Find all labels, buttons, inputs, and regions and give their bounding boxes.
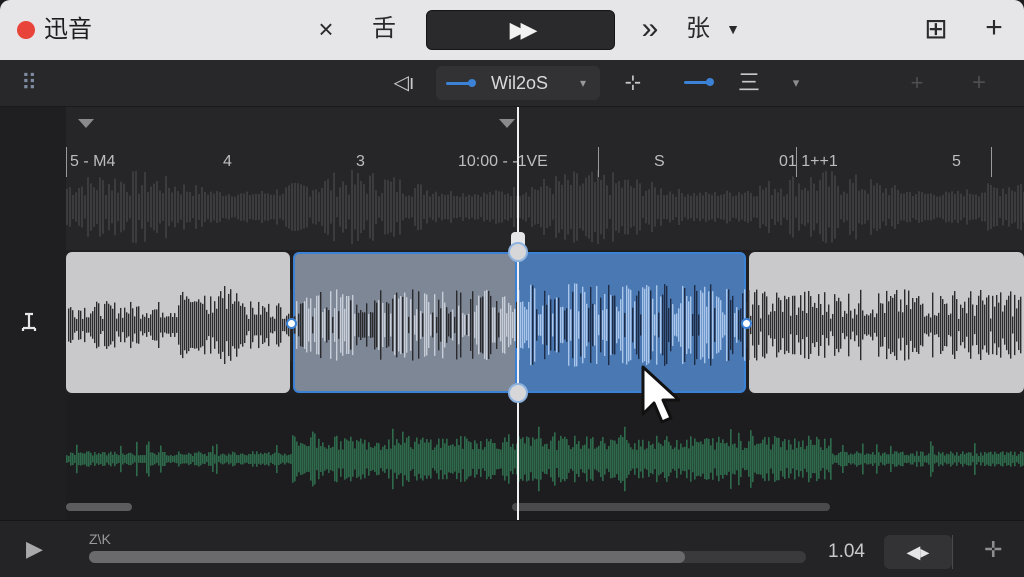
volume-control[interactable]: ◀▸: [884, 535, 952, 569]
text-cursor-icon[interactable]: [18, 311, 40, 333]
app-title: 迅音: [44, 16, 92, 43]
ruler-tick: [598, 147, 599, 177]
playhead-top-knob[interactable]: [508, 242, 528, 262]
tool-label: Wil2oS: [491, 73, 549, 93]
zoom-label: Z\K: [89, 531, 111, 547]
selection-end-handle[interactable]: [741, 318, 752, 329]
ruler-tick: [796, 147, 797, 177]
fast-forward-button[interactable]: ▶▶: [426, 10, 615, 50]
cut-icon[interactable]: ×: [310, 14, 342, 44]
divider: [952, 535, 953, 569]
toolbar: ⠿ ◁ı Wil2oS ▾ ⊹ 三 ▾ + +: [0, 60, 1024, 107]
timeline-ruler[interactable]: 5 - M4 4 3 10:00 - -1VE S 01 1++1 5: [66, 107, 1024, 250]
plus-icon[interactable]: +: [978, 13, 1010, 43]
track-header-column: [0, 107, 67, 520]
ruler-label: 4: [223, 153, 232, 170]
chevron-down-icon: ▾: [579, 76, 587, 90]
play-icon[interactable]: ▶: [26, 535, 50, 563]
volume-icon: ◀▸: [906, 542, 930, 562]
tool-selector[interactable]: Wil2oS ▾: [436, 66, 600, 100]
add-icon-disabled[interactable]: +: [902, 60, 932, 106]
value-readout: 1.04: [828, 541, 865, 562]
speaker-icon[interactable]: ◁ı: [386, 60, 422, 106]
split-icon[interactable]: ⊹: [618, 60, 648, 106]
chevron-down-icon[interactable]: ▼: [722, 14, 744, 44]
horizontal-scrollbar-thumb[interactable]: [66, 503, 132, 511]
audio-track-lane[interactable]: [66, 250, 1024, 395]
playhead-line[interactable]: [517, 107, 519, 520]
playhead-bottom-knob[interactable]: [508, 383, 528, 403]
chevron-down-icon[interactable]: ▾: [786, 60, 806, 106]
close-window-button[interactable]: [17, 21, 35, 39]
align-dot: [706, 78, 714, 86]
grid-icon[interactable]: ⠿: [14, 60, 44, 106]
bottom-bar: ▶ Z\K 1.04 ◀▸ ✛: [0, 520, 1024, 577]
tracks-icon[interactable]: 三: [732, 60, 766, 106]
ruler-label: 01 1++1: [779, 153, 838, 170]
green-waveform: [66, 426, 1024, 492]
add-box-icon[interactable]: ⊞: [920, 14, 952, 44]
fast-forward-icon: ▶▶: [509, 17, 538, 42]
ruler-label: 5 - M4: [70, 153, 116, 170]
horizontal-scrollbar-thumb[interactable]: [512, 503, 830, 511]
line-tool-dot: [468, 79, 476, 87]
ruler-label: 10:00 - -1VE: [458, 153, 548, 170]
selection-start-handle[interactable]: [286, 318, 297, 329]
ruler-label: 3: [356, 153, 365, 170]
add-icon-disabled[interactable]: +: [964, 60, 994, 106]
align-line-icon[interactable]: [682, 60, 718, 106]
title-bar: 迅音 × 舌 ▶▶ » 张 ▼ ⊞ +: [0, 0, 1024, 60]
skip-icon[interactable]: »: [634, 14, 666, 44]
zoom-scroll-thumb[interactable]: [89, 551, 685, 563]
loop-end-marker[interactable]: [499, 119, 515, 128]
crosshair-icon[interactable]: ✛: [984, 537, 1002, 563]
ruler-label: S: [654, 153, 665, 170]
mode-label-left[interactable]: 舌: [366, 14, 402, 44]
mode-label-right[interactable]: 张: [682, 14, 714, 44]
ruler-label: 5: [952, 153, 961, 170]
loop-start-marker[interactable]: [78, 119, 94, 128]
clip-waveform: [68, 283, 1022, 367]
second-track-lane[interactable]: [66, 395, 1024, 520]
overview-waveform: [66, 169, 1024, 245]
ruler-tick: [991, 147, 992, 177]
zoom-scroll-track[interactable]: [89, 551, 806, 563]
ruler-tick: [66, 147, 67, 177]
mouse-pointer-icon: [641, 365, 681, 424]
